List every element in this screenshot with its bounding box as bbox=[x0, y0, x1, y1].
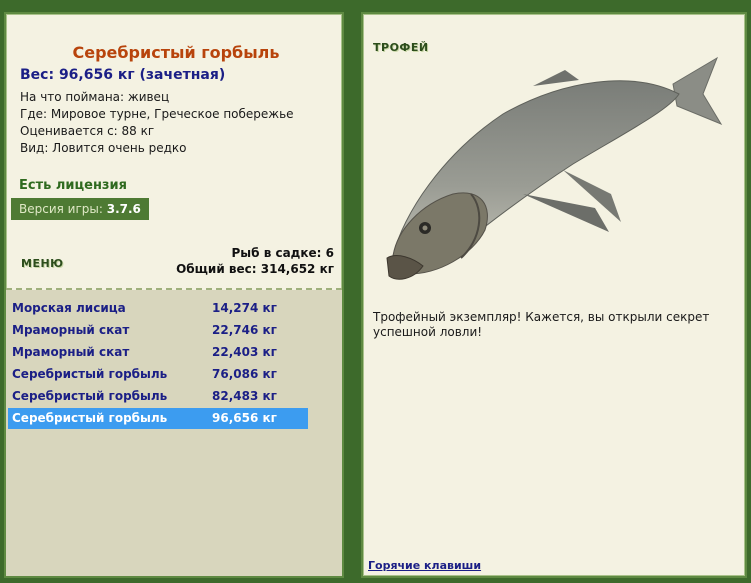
fish-dorsal-fin bbox=[533, 70, 579, 86]
fish-list-item[interactable]: Мраморный скат 22,746 кг bbox=[8, 320, 308, 341]
fish-list-item-selected[interactable]: Серебристый горбыль 96,656 кг bbox=[8, 408, 308, 429]
version-label: Версия игры: bbox=[19, 202, 103, 216]
rarity-info: Вид: Ловится очень редко bbox=[20, 141, 187, 155]
keepnet-count: Рыб в садке: 6 bbox=[231, 246, 335, 260]
fish-list-item-weight: 76,086 кг bbox=[212, 367, 277, 381]
fish-list-item-name: Серебристый горбыль bbox=[12, 389, 168, 403]
fish-list-item-weight: 14,274 кг bbox=[212, 301, 277, 315]
fish-tail bbox=[672, 56, 723, 126]
fish-list-item-weight: 22,746 кг bbox=[212, 323, 277, 337]
fish-list-item-name: Серебристый горбыль bbox=[12, 367, 168, 381]
fish-list-item[interactable]: Морская лисица 14,274 кг bbox=[8, 298, 308, 319]
trophy-description: Трофейный экземпляр! Кажется, вы открыли… bbox=[373, 310, 710, 339]
fish-list-item-name: Морская лисица bbox=[12, 301, 126, 315]
valued-info: Оценивается с: 88 кг bbox=[20, 124, 155, 138]
menu-link[interactable]: МЕНЮ bbox=[21, 257, 64, 270]
fish-name-title: Серебристый горбыль bbox=[72, 43, 280, 62]
fish-list-item[interactable]: Серебристый горбыль 76,086 кг bbox=[8, 364, 308, 385]
location-info: Где: Мировое турне, Греческое побережье bbox=[20, 107, 294, 121]
fish-list-item[interactable]: Мраморный скат 22,403 кг bbox=[8, 342, 308, 363]
license-status: Есть лицензия bbox=[19, 178, 127, 193]
fish-list: Морская лисица 14,274 кг Мраморный скат … bbox=[6, 290, 342, 576]
trophy-panel: ТРОФЕЙ Трофейный экземпляр! Кажется, вы … bbox=[361, 12, 747, 578]
hotkeys-link[interactable]: Горячие клавиши bbox=[368, 559, 481, 572]
fish-list-item[interactable]: Серебристый горбыль 82,483 кг bbox=[8, 386, 308, 407]
fish-list-item-name: Мраморный скат bbox=[12, 323, 130, 337]
keepnet-summary: Рыб в садке: 6 Общий вес: 314,652 кг bbox=[176, 245, 334, 277]
fish-list-item-weight: 96,656 кг bbox=[212, 411, 277, 425]
fish-weight: Вес: 96,656 кг (зачетная) bbox=[20, 67, 226, 83]
fish-list-item-name: Серебристый горбыль bbox=[12, 411, 168, 425]
fish-list-item-weight: 22,403 кг bbox=[212, 345, 277, 359]
bait-info: На что поймана: живец bbox=[20, 90, 170, 104]
fish-pectoral-fin bbox=[523, 194, 609, 232]
version-value: 3.7.6 bbox=[106, 202, 141, 216]
game-version-badge: Версия игры: 3.7.6 bbox=[11, 198, 149, 220]
keepnet-total-weight: Общий вес: 314,652 кг bbox=[176, 262, 334, 276]
fish-list-item-name: Мраморный скат bbox=[12, 345, 130, 359]
fish-illustration bbox=[386, 56, 723, 280]
catch-info-panel: Серебристый горбыль Вес: 96,656 кг (заче… bbox=[4, 12, 344, 578]
fish-list-item-weight: 82,483 кг bbox=[212, 389, 277, 403]
